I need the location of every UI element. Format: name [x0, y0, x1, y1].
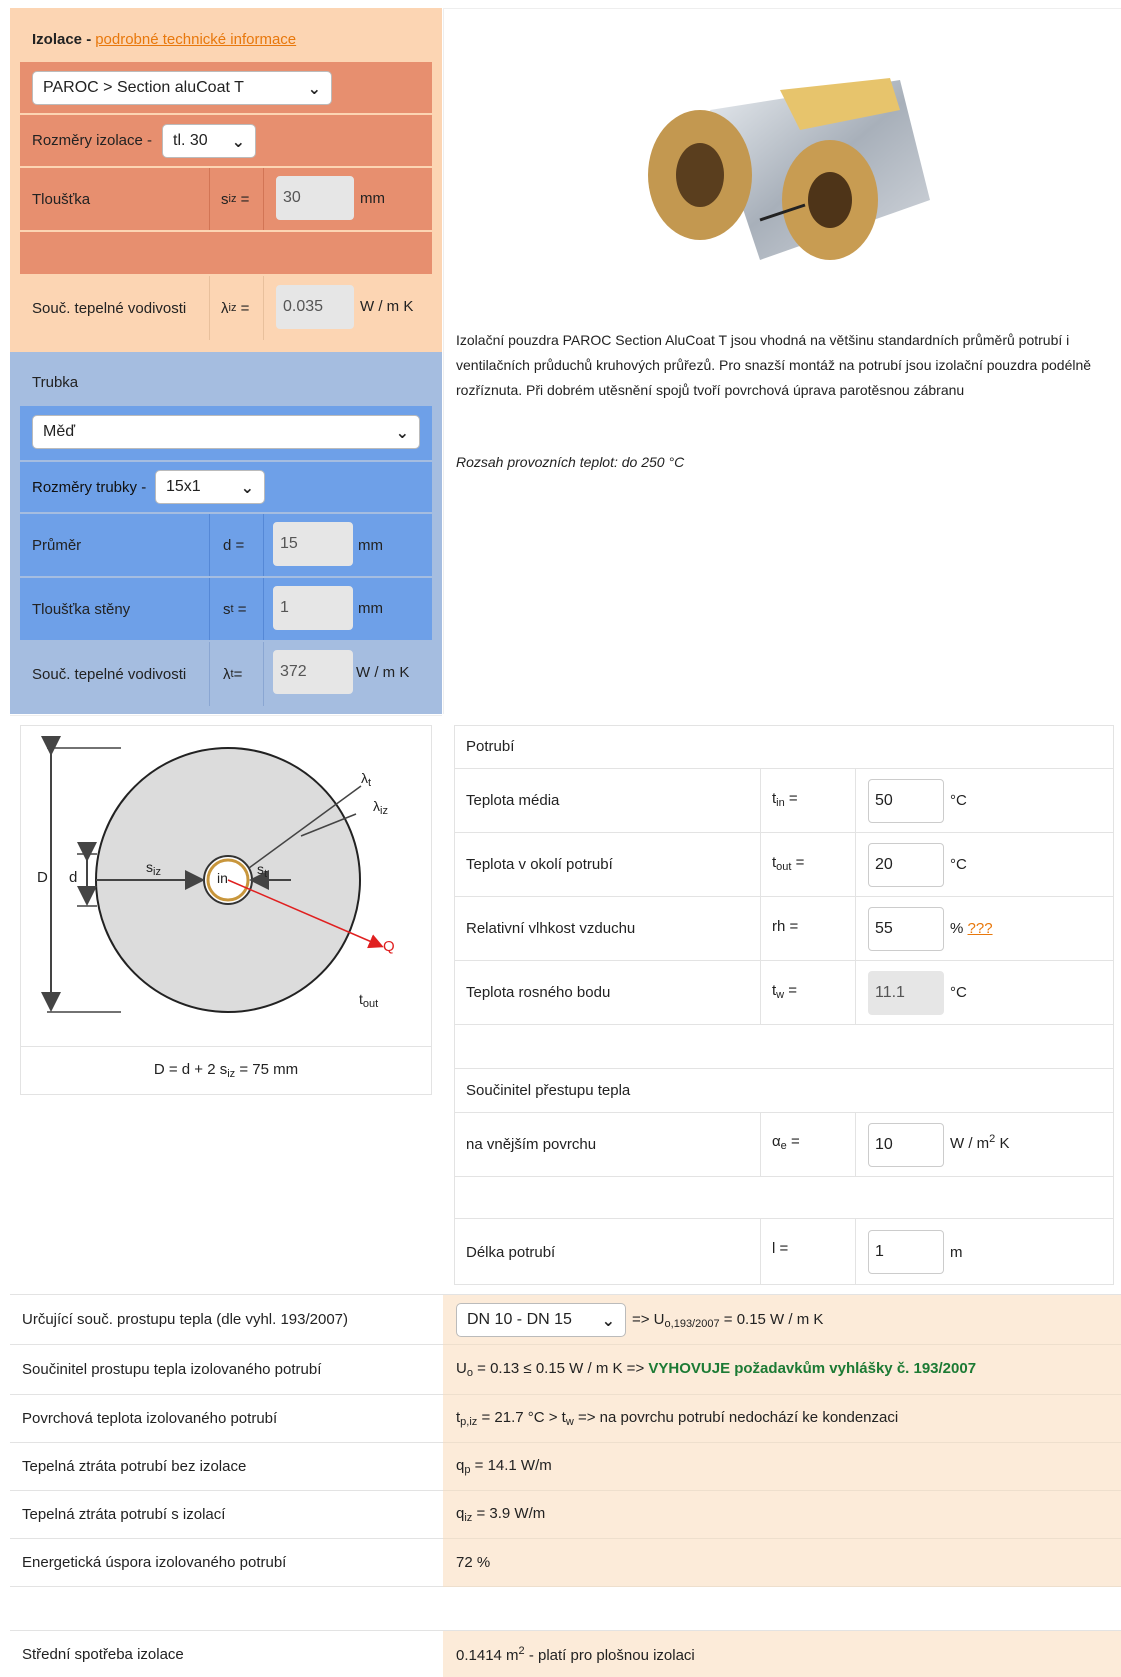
- required-u-value: => Uo,193/2007 = 0.15 W / m K: [632, 1311, 824, 1330]
- result-row-label: Součinitel prostupu tepla izolovaného po…: [10, 1345, 443, 1395]
- piping-rh-unit: % ???: [950, 920, 993, 937]
- pipe-material-select[interactable]: Měď ⌄: [32, 415, 420, 449]
- result-row-label: Určující souč. prostupu tepla (dle vyhl.…: [10, 1295, 443, 1345]
- insulation-conductivity-input[interactable]: [276, 285, 354, 329]
- insulation-product-select[interactable]: PAROC > Section aluCoat T ⌄: [32, 71, 332, 105]
- result-row-label: Střední spotřeba izolace: [22, 1645, 184, 1663]
- pipe-wall-label: Tloušťka stěny: [20, 578, 210, 640]
- piping-spacer: [454, 1177, 1114, 1219]
- piping-divider: [760, 1219, 761, 1285]
- chevron-down-icon: ⌄: [395, 425, 409, 442]
- insulation-thickness-unit: mm: [360, 190, 385, 207]
- insulation-dims-label: Rozměry izolace -: [32, 132, 153, 149]
- piping-htc-symbol: αe =: [772, 1133, 800, 1152]
- chevron-down-icon: ⌄: [231, 134, 245, 151]
- pipe-conductivity-input[interactable]: [273, 650, 353, 694]
- diagram-label-tout: tout: [359, 991, 379, 1010]
- diagram-label-lambda-iz: λiz: [373, 798, 388, 817]
- insulation-conductivity-symbol: λ iz =: [211, 276, 264, 340]
- result-row-label: Tepelná ztráta potrubí s izolací: [10, 1491, 443, 1539]
- insulation-title: Izolace -: [32, 30, 92, 48]
- result-row-value: Uo = 0.13 ≤ 0.15 W / m K => VYHOVUJE pož…: [443, 1345, 1121, 1395]
- dn-range-select[interactable]: DN 10 - DN 15 ⌄: [456, 1303, 626, 1337]
- technical-info-link[interactable]: podrobné technické informace: [95, 31, 296, 48]
- result-row-value: 0.1414 m2 - platí pro plošnou izolaci: [443, 1631, 1121, 1677]
- chevron-down-icon: ⌄: [601, 1313, 615, 1330]
- result-row-label: Energetická úspora izolovaného potrubí: [10, 1539, 443, 1587]
- result-row-label: Povrchová teplota izolovaného potrubí: [10, 1395, 443, 1443]
- insulation-thickness-symbol: s iz =: [211, 168, 264, 230]
- pipe-diameter-symbol: d =: [211, 514, 264, 576]
- piping-divider: [855, 1219, 856, 1285]
- insulation-spacer-row: [20, 232, 432, 274]
- piping-dew-symbol: tw =: [772, 982, 798, 1001]
- piping-tin-unit: °C: [950, 792, 967, 809]
- result-row-value: qiz = 3.9 W/m: [443, 1491, 1121, 1539]
- piping-dew-input[interactable]: [868, 971, 944, 1015]
- product-temperature-range: Rozsah provozních teplot: do 250 °C: [456, 454, 685, 470]
- pipe-conductivity-label: Souč. tepelné vodivosti: [20, 642, 210, 706]
- pipe-conductivity-unit: W / m K: [356, 664, 410, 681]
- product-image: [648, 78, 930, 260]
- piping-htc-input[interactable]: [868, 1123, 944, 1167]
- result-row-value: 72 %: [443, 1539, 1121, 1587]
- piping-length-symbol: l =: [772, 1240, 789, 1257]
- result-row-value: tp,iz = 21.7 °C > tw => na povrchu potru…: [443, 1395, 1121, 1443]
- diagram-label-D: D: [37, 869, 48, 886]
- chevron-down-icon: ⌄: [307, 81, 321, 98]
- pipe-diameter-input[interactable]: [273, 522, 353, 566]
- diagram-label-st: st: [257, 861, 268, 880]
- pipe-diameter-label: Průměr: [20, 514, 210, 576]
- insulation-conductivity-label: Souč. tepelné vodivosti: [20, 276, 210, 340]
- insulation-conductivity-unit: W / m K: [360, 298, 414, 315]
- diagram-label-Q: Q: [383, 938, 395, 955]
- insulation-dims-select[interactable]: tl. 30 ⌄: [162, 124, 256, 158]
- piping-length-unit: m: [950, 1244, 963, 1261]
- results-spacer: [10, 1587, 1121, 1631]
- pipe-dims-label: Rozměry trubky -: [32, 478, 147, 496]
- diagram-label-in: in: [217, 870, 228, 886]
- insulation-header: Izolace - podrobné technické informace: [20, 18, 432, 60]
- product-description: Izolační pouzdra PAROC Section AluCoat T…: [456, 332, 1092, 398]
- piping-dew-unit: °C: [950, 984, 967, 1001]
- piping-tout-symbol: tout =: [772, 854, 805, 873]
- piping-divider: [855, 1113, 856, 1177]
- piping-tout-input[interactable]: [868, 843, 944, 887]
- piping-tin-input[interactable]: [868, 779, 944, 823]
- pipe-wall-symbol: st =: [211, 578, 264, 640]
- chevron-down-icon: ⌄: [240, 480, 254, 497]
- pipe-diameter-unit: mm: [358, 537, 383, 554]
- piping-divider: [760, 1113, 761, 1177]
- piping-rh-input[interactable]: [868, 907, 944, 951]
- compliance-status: VYHOVUJE požadavkům vyhlášky č. 193/2007: [648, 1360, 977, 1377]
- insulation-thickness-label: Tloušťka: [20, 168, 210, 230]
- pipe-dims-select[interactable]: 15x1 ⌄: [155, 470, 265, 504]
- pipe-conductivity-symbol: λ t =: [211, 642, 264, 706]
- rh-help-link[interactable]: ???: [968, 920, 993, 937]
- piping-htc-unit: W / m2 K: [950, 1133, 1010, 1152]
- piping-tin-symbol: tin =: [772, 790, 798, 809]
- diagram-formula: D = d + 2 siz = 75 mm: [153, 1061, 299, 1080]
- pipe-wall-input[interactable]: [273, 586, 353, 630]
- pipe-header: Trubka: [20, 360, 432, 404]
- pipe-wall-unit: mm: [358, 600, 383, 617]
- diagram-label-siz: siz: [146, 859, 161, 878]
- piping-htc-header: Součinitel přestupu tepla: [454, 1069, 1114, 1113]
- diagram-box: D d siz in st λt λiz Q tout D = d + 2 si…: [20, 725, 432, 1095]
- piping-length-input[interactable]: [868, 1230, 944, 1274]
- result-row-label: Tepelná ztráta potrubí bez izolace: [10, 1443, 443, 1491]
- diagram-label-d: d: [69, 869, 78, 886]
- piping-spacer: [454, 1025, 1114, 1069]
- diagram-label-lambda-t: λt: [361, 770, 372, 789]
- piping-tout-unit: °C: [950, 856, 967, 873]
- result-row-value: qp = 14.1 W/m: [443, 1443, 1121, 1491]
- pipe-title: Trubka: [32, 373, 79, 391]
- piping-header: Potrubí: [454, 725, 1114, 769]
- insulation-thickness-input[interactable]: [276, 176, 354, 220]
- piping-rh-symbol: rh =: [772, 918, 799, 935]
- diagram-formula-row: D = d + 2 siz = 75 mm: [21, 1046, 431, 1094]
